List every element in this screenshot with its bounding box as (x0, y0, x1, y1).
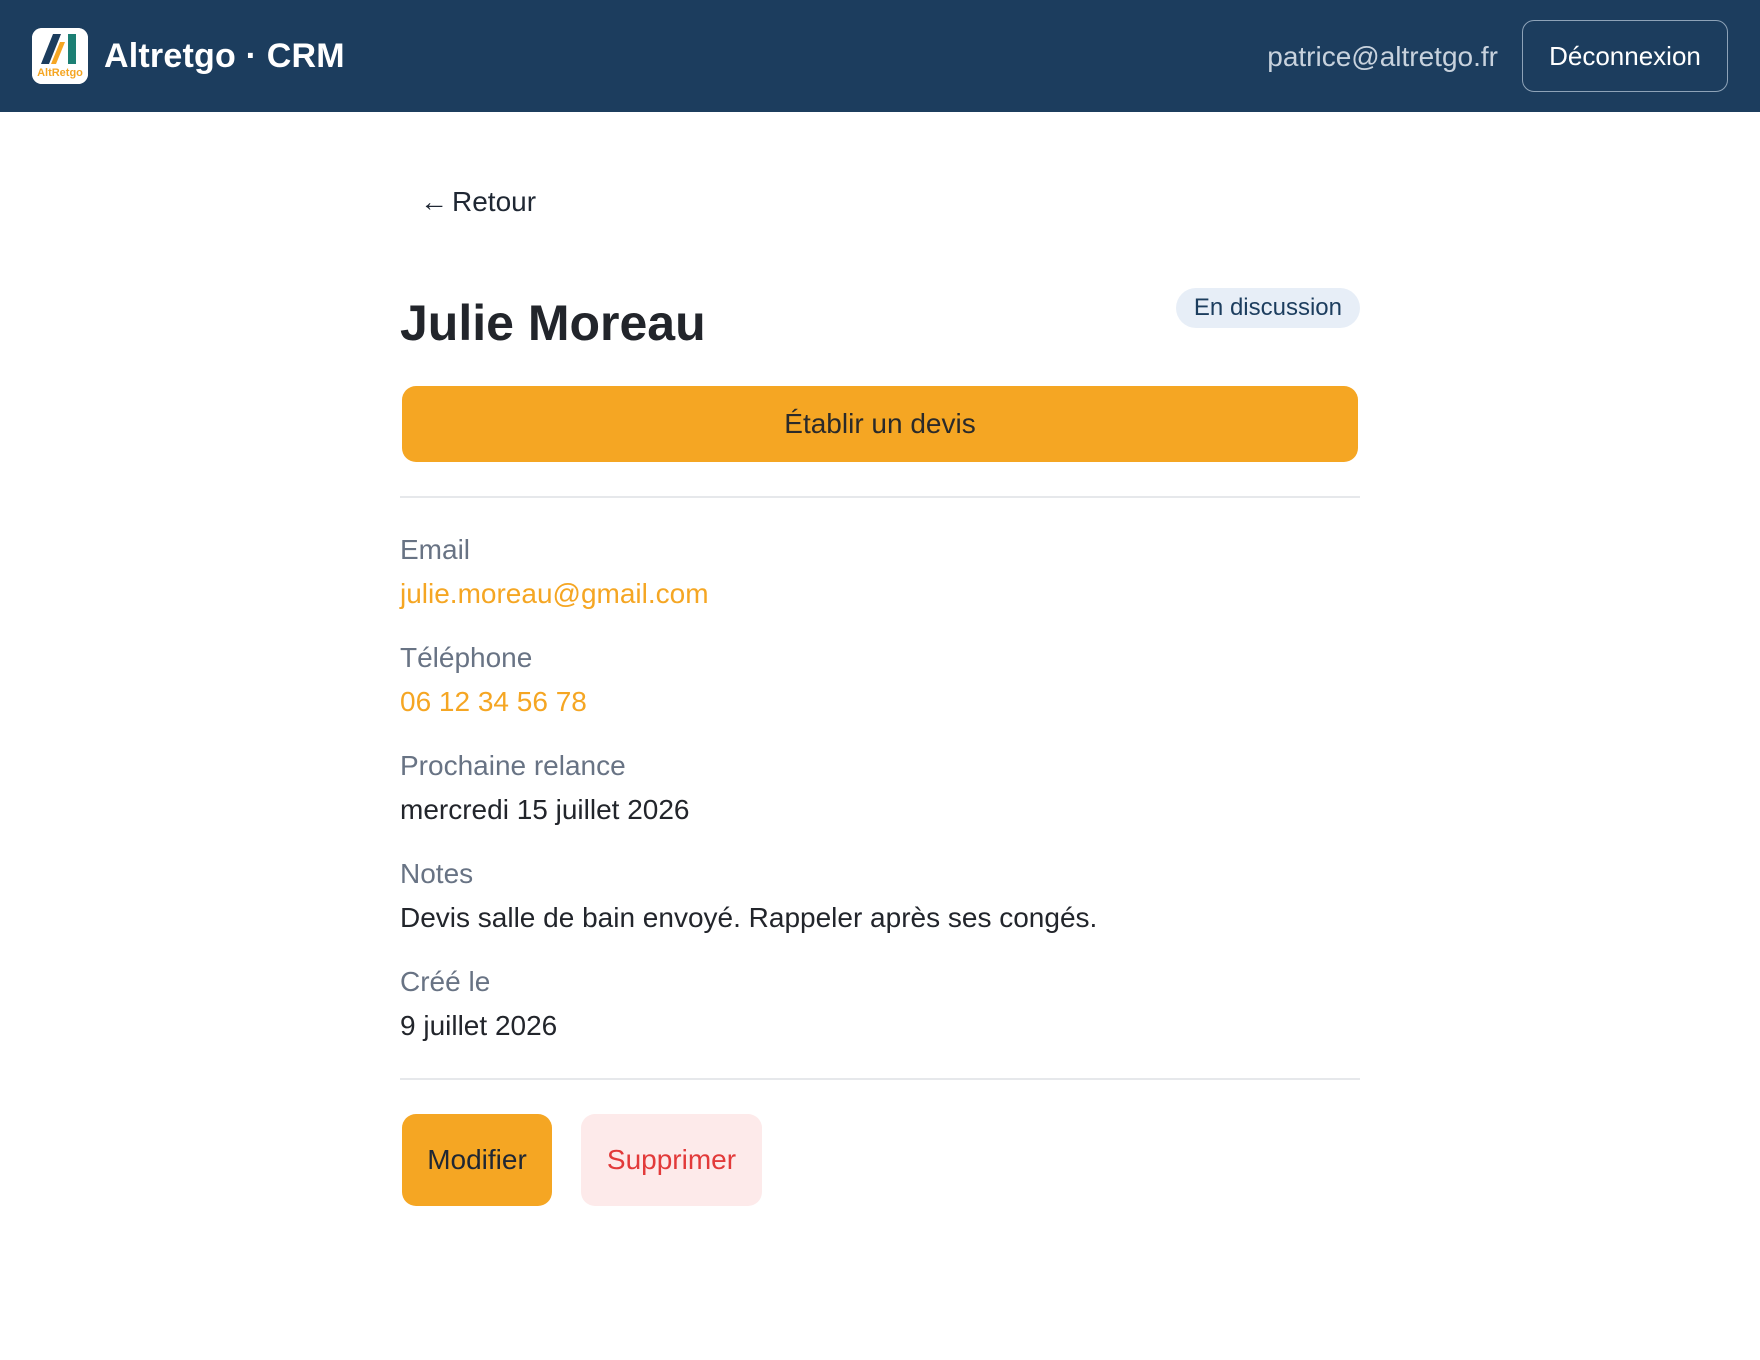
divider (400, 1078, 1360, 1080)
notes-value: Devis salle de bain envoyé. Rappeler apr… (400, 902, 1098, 933)
email-link[interactable]: julie.moreau@gmail.com (400, 574, 1360, 614)
back-link[interactable]: ← Retour (420, 182, 536, 222)
field-label: Prochaine relance (400, 750, 626, 781)
arrow-left-icon: ← (420, 186, 448, 217)
create-quote-button[interactable]: Établir un devis (402, 386, 1358, 462)
phone-link[interactable]: 06 12 34 56 78 (400, 682, 1360, 722)
edit-button[interactable]: Modifier (402, 1114, 552, 1206)
field-label: Téléphone (400, 642, 533, 673)
user-email: patrice@altretgo.fr (1267, 41, 1498, 72)
field-label: Notes (400, 858, 474, 889)
delete-button[interactable]: Supprimer (581, 1114, 762, 1206)
divider (400, 496, 1360, 498)
field-label: Créé le (400, 966, 491, 997)
logout-button[interactable]: Déconnexion (1522, 20, 1728, 92)
logo-text: AltRetgo (37, 67, 83, 79)
status-badge: En discussion (1175, 288, 1360, 328)
field-phone: Téléphone 06 12 34 56 78 (400, 638, 1360, 746)
field-email: Email julie.moreau@gmail.com (400, 530, 1360, 638)
back-link-label: Retour (452, 186, 537, 217)
logo-graphic: AltRetgo (32, 28, 88, 84)
altretgo-logo-icon[interactable]: AltRetgo (32, 28, 88, 84)
field-next-followup: Prochaine relance mercredi 15 juillet 20… (400, 746, 1360, 854)
next-followup-value: mercredi 15 juillet 2026 (400, 794, 690, 825)
top-bar: AltRetgo Altretgo · CRM patrice@altretgo… (0, 0, 1760, 112)
field-created: Créé le 9 juillet 2026 (400, 962, 1360, 1070)
app-title: Altretgo · CRM (104, 37, 345, 75)
field-notes: Notes Devis salle de bain envoyé. Rappel… (400, 854, 1360, 962)
contact-fields: Email julie.moreau@gmail.com Téléphone 0… (400, 530, 1360, 1070)
created-value: 9 juillet 2026 (400, 1010, 558, 1041)
contact-name: Julie Moreau (400, 295, 706, 351)
field-label: Email (400, 534, 471, 565)
